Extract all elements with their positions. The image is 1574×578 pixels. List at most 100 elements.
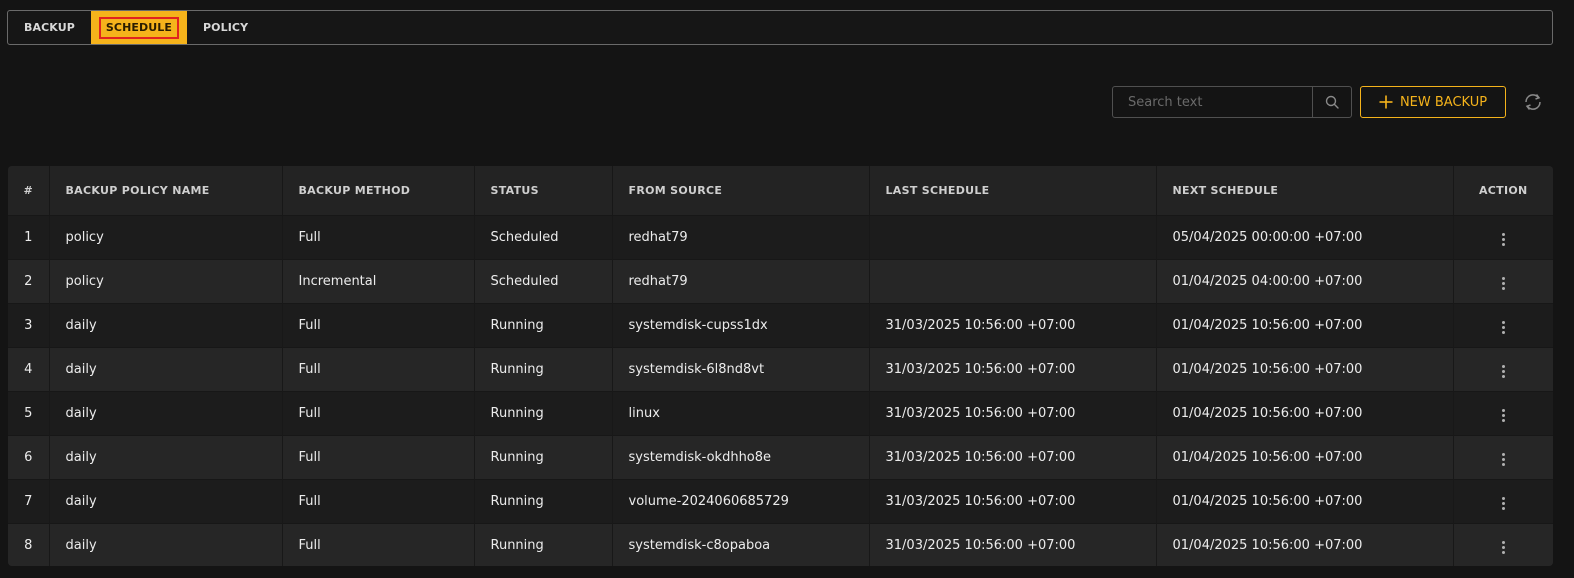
tab-bar: BACKUP SCHEDULE POLICY: [7, 10, 1553, 45]
more-options-icon[interactable]: [1496, 273, 1511, 294]
tab-label: BACKUP: [24, 21, 75, 34]
header-last-schedule[interactable]: LAST SCHEDULE: [869, 166, 1157, 215]
cell-from-source: systemdisk-okdhho8e: [612, 434, 870, 479]
cell-backup-method: Full: [282, 522, 475, 566]
cell-policy-name: daily: [49, 390, 283, 435]
cell-number: 6: [8, 434, 50, 479]
table-row: 6 daily Full Running systemdisk-okdhho8e 31/0…: [8, 434, 1553, 479]
header-backup-method[interactable]: BACKUP METHOD: [282, 166, 475, 215]
cell-last-schedule: 31/03/2025 10:56:00 +07:00: [869, 478, 1157, 523]
schedule-table: # BACKUP POLICY NAME BACKUP METHOD STATU…: [8, 166, 1553, 566]
table-header-row: # BACKUP POLICY NAME BACKUP METHOD STATU…: [8, 166, 1553, 215]
header-status[interactable]: STATUS: [474, 166, 613, 215]
search-button[interactable]: [1312, 87, 1351, 117]
header-from-source[interactable]: FROM SOURCE: [612, 166, 870, 215]
new-backup-label: NEW BACKUP: [1399, 94, 1488, 110]
more-options-icon[interactable]: [1496, 493, 1511, 514]
cell-action: [1453, 214, 1553, 259]
cell-backup-method: Full: [282, 434, 475, 479]
schedule-table-container: # BACKUP POLICY NAME BACKUP METHOD STATU…: [8, 166, 1553, 566]
new-backup-button[interactable]: NEW BACKUP: [1360, 86, 1506, 118]
tab-label: POLICY: [203, 21, 249, 34]
cell-status: Running: [474, 302, 613, 347]
cell-from-source: linux: [612, 390, 870, 435]
cell-policy-name: daily: [49, 346, 283, 391]
cell-action: [1453, 258, 1553, 303]
table-row: 8 daily Full Running systemdisk-c8opaboa 31/0…: [8, 522, 1553, 566]
cell-status: Running: [474, 478, 613, 523]
cell-status: Scheduled: [474, 258, 613, 303]
cell-from-source: redhat79: [612, 258, 870, 303]
plus-icon: [1379, 95, 1393, 109]
cell-last-schedule: 31/03/2025 10:56:00 +07:00: [869, 390, 1157, 435]
cell-status: Running: [474, 522, 613, 566]
cell-from-source: systemdisk-cupss1dx: [612, 302, 870, 347]
cell-status: Running: [474, 434, 613, 479]
cell-last-schedule: 31/03/2025 10:56:00 +07:00: [869, 346, 1157, 391]
cell-number: 8: [8, 522, 50, 566]
table-row: 2 policy Incremental Scheduled redhat79 01/04…: [8, 258, 1553, 303]
cell-number: 4: [8, 346, 50, 391]
cell-number: 7: [8, 478, 50, 523]
cell-action: [1453, 346, 1553, 391]
cell-next-schedule: 05/04/2025 00:00:00 +07:00: [1156, 214, 1454, 259]
cell-from-source: systemdisk-c8opaboa: [612, 522, 870, 566]
header-policy-name[interactable]: BACKUP POLICY NAME: [49, 166, 283, 215]
cell-next-schedule: 01/04/2025 10:56:00 +07:00: [1156, 522, 1454, 566]
more-options-icon[interactable]: [1496, 317, 1511, 338]
cell-from-source: systemdisk-6l8nd8vt: [612, 346, 870, 391]
table-row: 4 daily Full Running systemdisk-6l8nd8vt 31/0…: [8, 346, 1553, 391]
search-icon: [1325, 95, 1339, 109]
refresh-icon: [1525, 94, 1541, 110]
cell-from-source: volume-2024060685729: [612, 478, 870, 523]
cell-number: 3: [8, 302, 50, 347]
cell-action: [1453, 522, 1553, 566]
cell-backup-method: Full: [282, 478, 475, 523]
cell-policy-name: daily: [49, 522, 283, 566]
cell-policy-name: policy: [49, 258, 283, 303]
cell-next-schedule: 01/04/2025 10:56:00 +07:00: [1156, 390, 1454, 435]
header-number: #: [8, 166, 50, 215]
cell-action: [1453, 302, 1553, 347]
tab-policy[interactable]: POLICY: [187, 11, 264, 44]
more-options-icon[interactable]: [1496, 449, 1511, 470]
table-row: 7 daily Full Running volume-2024060685729 31/…: [8, 478, 1553, 523]
more-options-icon[interactable]: [1496, 229, 1511, 250]
cell-policy-name: daily: [49, 434, 283, 479]
cell-backup-method: Full: [282, 214, 475, 259]
header-next-schedule[interactable]: NEXT SCHEDULE: [1156, 166, 1454, 215]
cell-last-schedule: 31/03/2025 10:56:00 +07:00: [869, 434, 1157, 479]
cell-next-schedule: 01/04/2025 10:56:00 +07:00: [1156, 302, 1454, 347]
cell-policy-name: policy: [49, 214, 283, 259]
cell-backup-method: Full: [282, 302, 475, 347]
refresh-button[interactable]: [1521, 90, 1545, 114]
more-options-icon[interactable]: [1496, 537, 1511, 558]
cell-number: 1: [8, 214, 50, 259]
cell-from-source: redhat79: [612, 214, 870, 259]
cell-last-schedule: 31/03/2025 10:56:00 +07:00: [869, 302, 1157, 347]
cell-next-schedule: 01/04/2025 04:00:00 +07:00: [1156, 258, 1454, 303]
cell-backup-method: Full: [282, 346, 475, 391]
search-input[interactable]: [1113, 87, 1312, 117]
tab-label: SCHEDULE: [98, 16, 180, 39]
table-row: 5 daily Full Running linux 31/03/2025 10:56:0…: [8, 390, 1553, 435]
tab-schedule[interactable]: SCHEDULE: [90, 11, 188, 44]
cell-action: [1453, 478, 1553, 523]
cell-last-schedule: [869, 258, 1157, 303]
tab-backup[interactable]: BACKUP: [8, 11, 91, 44]
cell-next-schedule: 01/04/2025 10:56:00 +07:00: [1156, 346, 1454, 391]
cell-next-schedule: 01/04/2025 10:56:00 +07:00: [1156, 478, 1454, 523]
table-row: 1 policy Full Scheduled redhat79 05/04/2025 0…: [8, 214, 1553, 259]
cell-backup-method: Incremental: [282, 258, 475, 303]
cell-action: [1453, 390, 1553, 435]
cell-policy-name: daily: [49, 478, 283, 523]
cell-number: 5: [8, 390, 50, 435]
cell-last-schedule: [869, 214, 1157, 259]
cell-status: Scheduled: [474, 214, 613, 259]
cell-policy-name: daily: [49, 302, 283, 347]
more-options-icon[interactable]: [1496, 361, 1511, 382]
cell-number: 2: [8, 258, 50, 303]
cell-last-schedule: 31/03/2025 10:56:00 +07:00: [869, 522, 1157, 566]
cell-next-schedule: 01/04/2025 10:56:00 +07:00: [1156, 434, 1454, 479]
more-options-icon[interactable]: [1496, 405, 1511, 426]
